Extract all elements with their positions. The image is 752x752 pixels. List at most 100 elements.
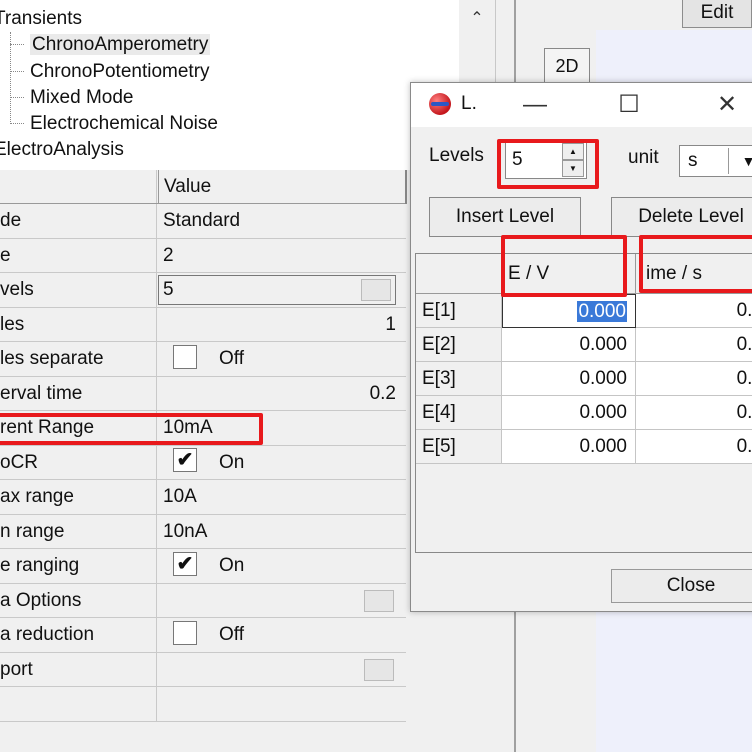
minimize-icon[interactable]: —	[515, 89, 555, 121]
property-value: On	[219, 451, 245, 473]
grid-row-min-range[interactable]: n range 10nA	[0, 514, 406, 549]
view-2d-button[interactable]: 2D	[544, 48, 590, 84]
unit-select[interactable]: s ▼	[679, 145, 752, 177]
chevron-up-icon[interactable]: ⌃	[459, 8, 495, 28]
row-header: E[2]	[416, 328, 502, 362]
name-column-header	[0, 170, 157, 203]
property-value[interactable]: Standard	[158, 204, 406, 238]
grid-row[interactable]: e 2	[0, 238, 406, 273]
property-value-cell[interactable]	[158, 584, 406, 618]
property-value: 0.2	[369, 382, 396, 404]
chevron-down-icon[interactable]: ▼	[728, 148, 752, 174]
tree-item-chronopotentiometry[interactable]: ChronoPotentiometry	[10, 59, 210, 85]
tree-item-label: ChronoPotentiometry	[30, 61, 210, 82]
app-window: Edit 2D Transients ChronoAmperometry Chr…	[0, 0, 752, 752]
dialog-titlebar[interactable]: L. — ☐ ✕	[411, 83, 752, 127]
levels-field-value: 5	[163, 279, 174, 300]
unit-select-value: s	[688, 150, 698, 171]
row-header: E[1]	[416, 294, 502, 328]
property-value-cell[interactable]: Off	[158, 618, 406, 652]
property-value: 1	[385, 313, 396, 335]
cell-e-5[interactable]: 0.000	[502, 430, 636, 464]
maximize-icon[interactable]: ☐	[609, 89, 649, 121]
checkbox[interactable]	[173, 344, 197, 369]
cell-e-2[interactable]: 0.000	[502, 328, 636, 362]
cell-e-3[interactable]: 0.000	[502, 362, 636, 396]
close-icon[interactable]: ✕	[707, 89, 747, 121]
tree-item-electroanalysis[interactable]: ElectroAnalysis	[0, 137, 124, 163]
property-name: erval time	[0, 376, 157, 410]
row-header: E[5]	[416, 430, 502, 464]
checkbox[interactable]	[173, 620, 197, 645]
grid-row-live-ranging[interactable]: e ranging ✔ On	[0, 549, 406, 584]
checkbox-checked[interactable]: ✔	[173, 551, 197, 576]
property-name: a Options	[0, 583, 157, 617]
tree-item-label: Transients	[0, 8, 82, 29]
highlight-current-range	[0, 413, 263, 445]
grid-row-mode[interactable]: de Standard	[0, 204, 406, 239]
grid-row-empty	[0, 687, 406, 722]
property-value: On	[219, 555, 245, 576]
property-name: oCR	[0, 445, 157, 479]
property-value-cell[interactable]: 0.2	[158, 377, 406, 411]
grid-row-cycles[interactable]: les 1	[0, 307, 406, 342]
cell-time-2[interactable]: 0.2	[636, 328, 752, 362]
property-name: e ranging	[0, 549, 157, 583]
cell-time-3[interactable]: 0.2	[636, 362, 752, 396]
delete-level-button[interactable]: Delete Level	[611, 197, 752, 237]
property-value-cell[interactable]: 1	[158, 308, 406, 342]
grid-row-data-reduction[interactable]: a reduction Off	[0, 618, 406, 653]
grid-row-levels[interactable]: vels 5	[0, 273, 406, 308]
grid-row-interval-time[interactable]: erval time 0.2	[0, 376, 406, 411]
tree-item-chronoamperometry[interactable]: ChronoAmperometry	[10, 32, 211, 58]
close-button[interactable]: Close	[611, 569, 752, 603]
property-value: Off	[219, 624, 244, 645]
cell-time-5[interactable]: 0.2	[636, 430, 752, 464]
property-value[interactable]: 10A	[158, 480, 406, 514]
levels-label: Levels	[429, 145, 484, 166]
property-value-cell[interactable]: Off	[158, 342, 406, 376]
property-value[interactable]: 2	[158, 239, 406, 273]
row-header: E[4]	[416, 396, 502, 430]
property-value[interactable]: 10nA	[158, 515, 406, 549]
data-options-button[interactable]	[364, 589, 394, 612]
grid-header: Value	[0, 170, 407, 204]
cell-time-1[interactable]: 0.2	[636, 294, 752, 328]
tree-item-label: Electrochemical Noise	[30, 113, 218, 134]
property-name: port	[0, 652, 157, 686]
edit-button[interactable]: Edit	[682, 0, 752, 28]
property-grid: Value de Standard e 2 vels 5 les 1 les s…	[0, 170, 410, 752]
grid-row-autocr[interactable]: oCR ✔ On	[0, 445, 406, 480]
levels-field[interactable]: 5	[158, 275, 396, 305]
cell-e-1[interactable]: 0.000	[502, 294, 636, 328]
cell-e-4[interactable]: 0.000	[502, 396, 636, 430]
cell-time-4[interactable]: 0.2	[636, 396, 752, 430]
property-name: ax range	[0, 480, 157, 514]
property-value-cell[interactable]: ✔ On	[158, 549, 406, 583]
grid-row-max-range[interactable]: ax range 10A	[0, 480, 406, 515]
grid-row-cycles-separate[interactable]: les separate Off	[0, 342, 406, 377]
levels-dialog: L. — ☐ ✕ Levels 5 ▲ ▼ unit s ▼ Insert Le…	[410, 82, 752, 612]
levels-edit-button[interactable]	[361, 279, 391, 301]
property-value-cell[interactable]	[158, 653, 406, 687]
property-value-cell[interactable]: ✔ On	[158, 446, 406, 480]
cell-value: 0.000	[577, 301, 627, 322]
unit-label: unit	[628, 147, 659, 168]
insert-level-button[interactable]: Insert Level	[429, 197, 581, 237]
grid-row-data-options[interactable]: a Options	[0, 583, 406, 618]
property-name: n range	[0, 514, 157, 548]
tree-item-label: Mixed Mode	[30, 87, 134, 108]
grid-row-report[interactable]: port	[0, 652, 406, 687]
checkbox-checked[interactable]: ✔	[173, 448, 197, 473]
levels-table: E / V ime / s E[1] 0.000 0.2 E[2] 0.000 …	[415, 253, 752, 553]
property-name: les	[0, 307, 157, 341]
tree-item-electrochemical-noise[interactable]: Electrochemical Noise	[10, 111, 218, 137]
tree-item-label: ElectroAnalysis	[0, 139, 124, 160]
tree-item-mixed-mode[interactable]: Mixed Mode	[10, 85, 134, 111]
tree-item-transients[interactable]: Transients	[0, 6, 82, 32]
table-corner	[416, 254, 502, 294]
report-button[interactable]	[364, 658, 394, 681]
highlight-e-column	[501, 235, 627, 297]
property-name: vels	[0, 273, 157, 307]
tree-item-label: ChronoAmperometry	[30, 34, 211, 55]
